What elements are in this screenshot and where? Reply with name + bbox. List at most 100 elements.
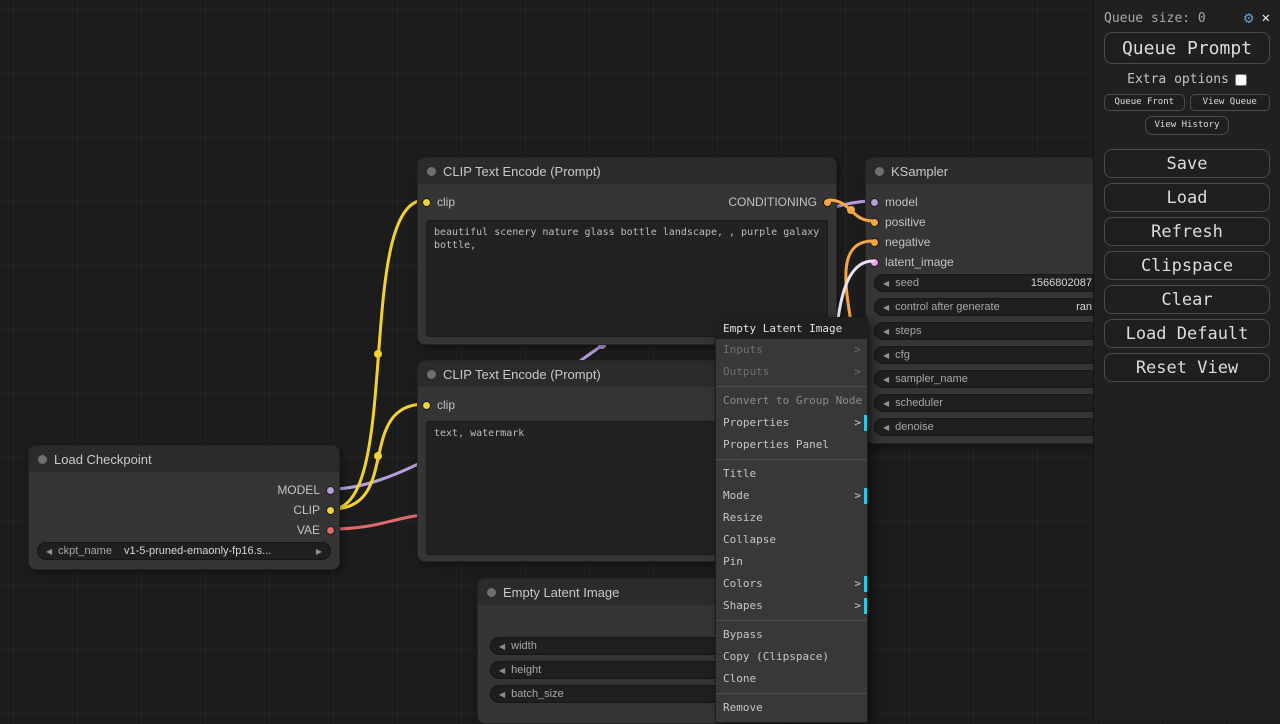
reset-view-button[interactable]: Reset View — [1104, 353, 1270, 382]
menu-item-label: Collapse — [723, 533, 776, 546]
menu-item-label: Properties Panel — [723, 438, 829, 451]
collapse-dot-icon[interactable] — [427, 370, 436, 379]
menu-item-label: Shapes — [723, 599, 763, 612]
model-port-icon[interactable] — [870, 198, 879, 207]
context-menu-item-collapse[interactable]: Collapse — [716, 529, 867, 551]
widget-label: cfg — [895, 349, 910, 361]
context-menu: Empty Latent Image Inputs > Outputs > Co… — [715, 317, 868, 723]
prev-arrow-icon[interactable]: ◀ — [499, 690, 505, 699]
prev-arrow-icon[interactable]: ◀ — [883, 351, 889, 360]
widget-label: height — [511, 664, 541, 676]
context-menu-item-copy-clipspace[interactable]: Copy (Clipspace) — [716, 646, 867, 668]
collapse-dot-icon[interactable] — [487, 588, 496, 597]
input-clip[interactable]: clip — [422, 398, 455, 412]
widget-label: sampler_name — [895, 373, 968, 385]
view-history-button[interactable]: View History — [1145, 116, 1229, 135]
clip-port-icon[interactable] — [422, 401, 431, 410]
node-canvas[interactable]: { "colors": { "clip": "#f2d230", "condit… — [0, 0, 1280, 720]
collapse-dot-icon[interactable] — [427, 167, 436, 176]
context-menu-item-colors[interactable]: Colors > — [716, 573, 867, 595]
view-queue-button[interactable]: View Queue — [1190, 94, 1271, 111]
port-label: clip — [437, 398, 455, 412]
link-dot — [374, 452, 382, 460]
menu-item-label: Inputs — [723, 343, 763, 356]
context-menu-item-properties-panel[interactable]: Properties Panel — [716, 434, 867, 456]
conditioning-port-icon[interactable] — [870, 238, 879, 247]
submenu-arrow-icon: > — [854, 412, 861, 434]
node-title-bar[interactable]: Load Checkpoint — [29, 446, 339, 472]
clip-port-icon[interactable] — [422, 198, 431, 207]
clip-port-icon[interactable] — [326, 506, 335, 515]
widget-label: width — [511, 640, 537, 652]
save-button[interactable]: Save — [1104, 149, 1270, 178]
prev-arrow-icon[interactable]: ◀ — [883, 375, 889, 384]
next-arrow-icon[interactable]: ▶ — [316, 547, 322, 556]
port-label: positive — [885, 215, 926, 229]
widget-label: ckpt_name — [58, 545, 112, 557]
menu-item-label: Copy (Clipspace) — [723, 650, 829, 663]
queue-front-button[interactable]: Queue Front — [1104, 94, 1185, 111]
load-default-button[interactable]: Load Default — [1104, 319, 1270, 348]
vae-port-icon[interactable] — [326, 526, 335, 535]
widget-value: v1-5-pruned-emaonly-fp16.s... — [124, 545, 271, 557]
output-vae[interactable]: VAE — [297, 523, 335, 537]
prev-arrow-icon[interactable]: ◀ — [883, 399, 889, 408]
prev-arrow-icon[interactable]: ◀ — [883, 279, 889, 288]
prev-arrow-icon[interactable]: ◀ — [46, 547, 52, 556]
context-menu-item-shapes[interactable]: Shapes > — [716, 595, 867, 617]
conditioning-port-icon[interactable] — [870, 218, 879, 227]
menu-item-label: Properties — [723, 416, 789, 429]
context-menu-item-resize[interactable]: Resize — [716, 507, 867, 529]
context-menu-item-bypass[interactable]: Bypass — [716, 624, 867, 646]
settings-gear-icon[interactable]: ⚙ — [1244, 10, 1254, 26]
node-title-bar[interactable]: CLIP Text Encode (Prompt) — [418, 158, 836, 184]
node-title: Empty Latent Image — [503, 585, 619, 600]
refresh-button[interactable]: Refresh — [1104, 217, 1270, 246]
context-menu-item-inputs[interactable]: Inputs > — [716, 339, 867, 361]
prev-arrow-icon[interactable]: ◀ — [883, 303, 889, 312]
ckpt-name-widget[interactable]: ◀ ckpt_name v1-5-pruned-emaonly-fp16.s..… — [37, 542, 331, 560]
context-menu-item-clone[interactable]: Clone — [716, 668, 867, 690]
extra-options-label: Extra options — [1127, 72, 1229, 87]
menu-separator — [716, 693, 867, 694]
load-button[interactable]: Load — [1104, 183, 1270, 212]
output-model[interactable]: MODEL — [277, 483, 335, 497]
input-clip[interactable]: clip — [422, 195, 455, 209]
output-clip[interactable]: CLIP — [293, 503, 335, 517]
context-menu-item-convert-to-group-node[interactable]: Convert to Group Node — [716, 390, 867, 412]
widget-value: 1566802087 — [1031, 277, 1092, 289]
prev-arrow-icon[interactable]: ◀ — [883, 327, 889, 336]
conditioning-port-icon[interactable] — [823, 198, 832, 207]
input-positive[interactable]: positive — [870, 215, 926, 229]
prev-arrow-icon[interactable]: ◀ — [883, 423, 889, 432]
extra-options-checkbox[interactable] — [1235, 74, 1247, 86]
context-menu-item-properties[interactable]: Properties > — [716, 412, 867, 434]
prev-arrow-icon[interactable]: ◀ — [499, 666, 505, 675]
model-port-icon[interactable] — [326, 486, 335, 495]
node-load-checkpoint[interactable]: Load Checkpoint MODEL CLIP VAE ◀ ckpt_na… — [28, 445, 340, 570]
context-menu-item-mode[interactable]: Mode > — [716, 485, 867, 507]
latent-port-icon[interactable] — [870, 258, 879, 267]
node-title: CLIP Text Encode (Prompt) — [443, 367, 601, 382]
input-negative[interactable]: negative — [870, 235, 930, 249]
input-model[interactable]: model — [870, 195, 918, 209]
collapse-dot-icon[interactable] — [38, 455, 47, 464]
input-latent-image[interactable]: latent_image — [870, 255, 954, 269]
submenu-arrow-icon: > — [854, 573, 861, 595]
context-menu-item-pin[interactable]: Pin — [716, 551, 867, 573]
context-menu-item-outputs[interactable]: Outputs > — [716, 361, 867, 383]
prev-arrow-icon[interactable]: ◀ — [499, 642, 505, 651]
output-conditioning[interactable]: CONDITIONING — [728, 195, 832, 209]
menu-item-label: Colors — [723, 577, 763, 590]
port-label: model — [885, 195, 918, 209]
context-menu-item-remove[interactable]: Remove — [716, 697, 867, 719]
menu-item-label: Mode — [723, 489, 750, 502]
clear-button[interactable]: Clear — [1104, 285, 1270, 314]
context-menu-item-title[interactable]: Title — [716, 463, 867, 485]
queue-prompt-button[interactable]: Queue Prompt — [1104, 32, 1270, 64]
port-label: MODEL — [277, 483, 320, 497]
clipspace-button[interactable]: Clipspace — [1104, 251, 1270, 280]
collapse-dot-icon[interactable] — [875, 167, 884, 176]
close-icon[interactable]: ✕ — [1262, 11, 1270, 25]
port-label: clip — [437, 195, 455, 209]
